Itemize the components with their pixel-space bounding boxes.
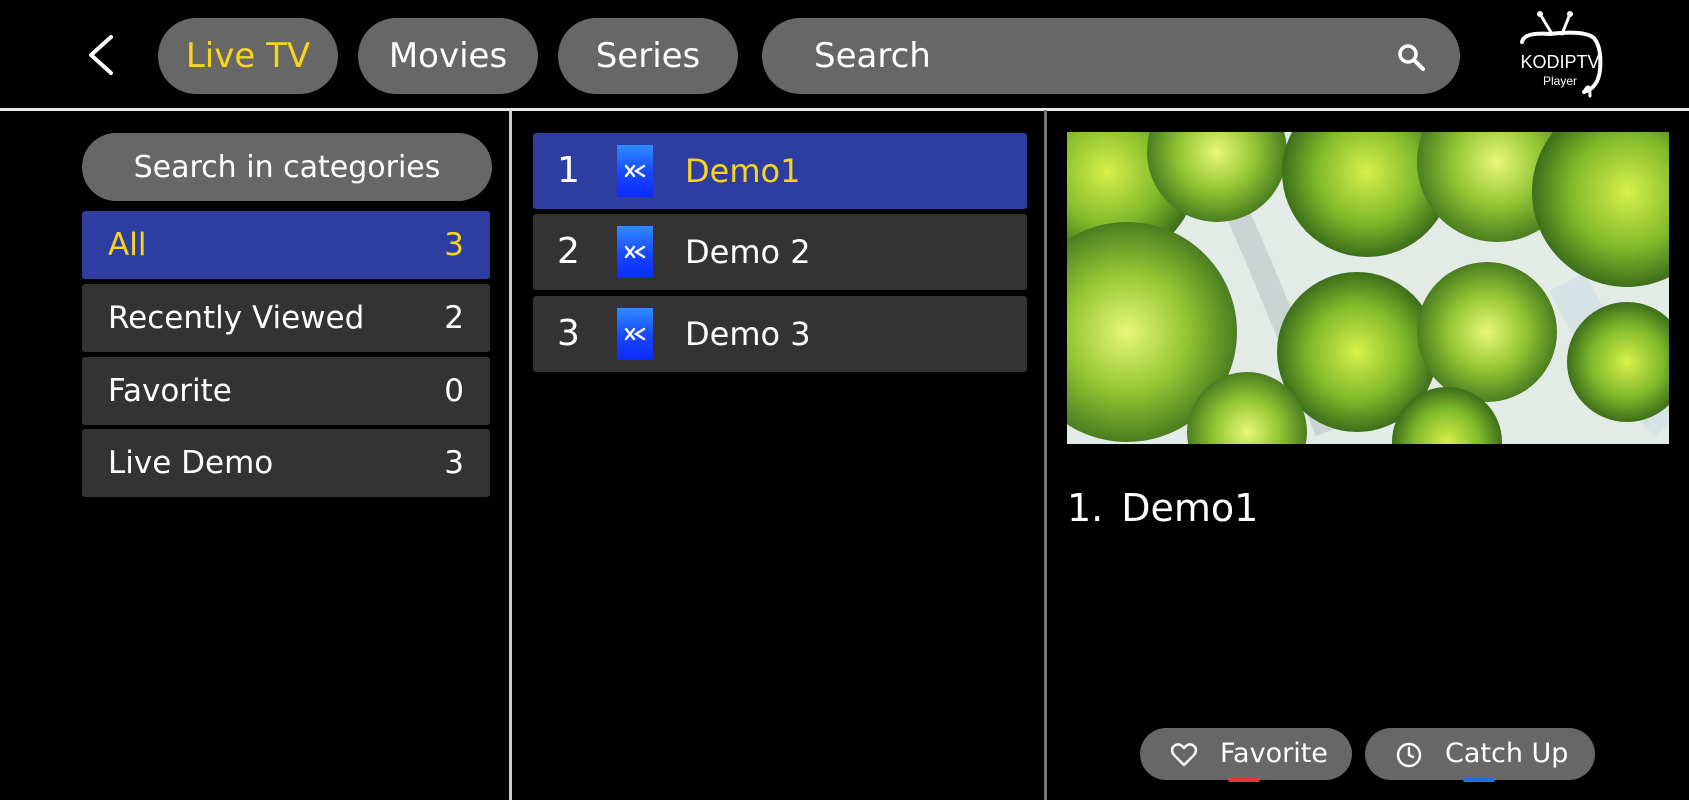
favorite-color-indicator xyxy=(1228,778,1260,782)
category-search-input[interactable]: Search in categories xyxy=(82,133,492,201)
category-label: Recently Viewed xyxy=(108,300,365,336)
back-button[interactable] xyxy=(80,32,120,78)
logo-subtext: Player xyxy=(1543,74,1577,88)
favorite-label: Favorite xyxy=(1220,738,1328,769)
category-label: Favorite xyxy=(108,373,232,409)
column-divider-2 xyxy=(1044,110,1047,800)
search-placeholder: Search xyxy=(814,36,931,76)
channel-preview-video[interactable] xyxy=(1067,132,1669,444)
category-item-recently-viewed[interactable]: Recently Viewed 2 xyxy=(82,284,490,352)
top-bar: Live TV Movies Series Search KODIPTV Pla… xyxy=(0,0,1689,110)
category-count: 3 xyxy=(444,445,464,481)
search-input[interactable]: Search xyxy=(762,18,1460,94)
channel-logo-icon xyxy=(617,145,653,197)
channel-name: Demo 2 xyxy=(685,233,811,271)
channel-row[interactable]: 1 Demo1 xyxy=(533,133,1027,209)
selected-channel-title: 1. Demo1 xyxy=(1067,486,1258,530)
channel-number: 2 xyxy=(557,231,580,272)
category-label: All xyxy=(108,227,147,263)
heart-icon xyxy=(1170,743,1198,767)
header-divider xyxy=(0,108,1689,111)
category-count: 2 xyxy=(444,300,464,336)
column-divider-1 xyxy=(509,110,512,800)
channel-number: 1 xyxy=(557,150,580,191)
catch-up-label: Catch Up xyxy=(1445,738,1569,769)
category-count: 3 xyxy=(444,227,464,263)
tab-movies[interactable]: Movies xyxy=(358,18,538,94)
category-item-all[interactable]: All 3 xyxy=(82,211,490,279)
clock-icon xyxy=(1396,742,1422,768)
category-label: Live Demo xyxy=(108,445,274,481)
category-item-live-demo[interactable]: Live Demo 3 xyxy=(82,429,490,497)
category-count: 0 xyxy=(444,373,464,409)
channel-name: Demo 3 xyxy=(685,315,811,353)
selected-channel-number: 1. xyxy=(1067,486,1104,530)
tab-series[interactable]: Series xyxy=(558,18,738,94)
chevron-left-icon xyxy=(89,35,113,75)
channel-row[interactable]: 2 Demo 2 xyxy=(533,214,1027,290)
catch-up-button[interactable]: Catch Up xyxy=(1365,728,1595,782)
search-icon[interactable] xyxy=(1396,42,1426,72)
logo-text: KODIPTV xyxy=(1520,52,1599,72)
catch-up-color-indicator xyxy=(1463,778,1495,782)
kodiptv-logo: KODIPTV Player xyxy=(1510,8,1610,104)
channel-logo-icon xyxy=(617,308,653,360)
channel-number: 3 xyxy=(557,313,580,354)
selected-channel-name: Demo1 xyxy=(1121,486,1259,530)
channel-logo-icon xyxy=(617,226,653,278)
channel-row[interactable]: 3 Demo 3 xyxy=(533,296,1027,372)
tab-live-tv[interactable]: Live TV xyxy=(158,18,338,94)
category-item-favorite[interactable]: Favorite 0 xyxy=(82,357,490,425)
channel-name: Demo1 xyxy=(685,152,801,190)
favorite-button[interactable]: Favorite xyxy=(1140,728,1352,782)
